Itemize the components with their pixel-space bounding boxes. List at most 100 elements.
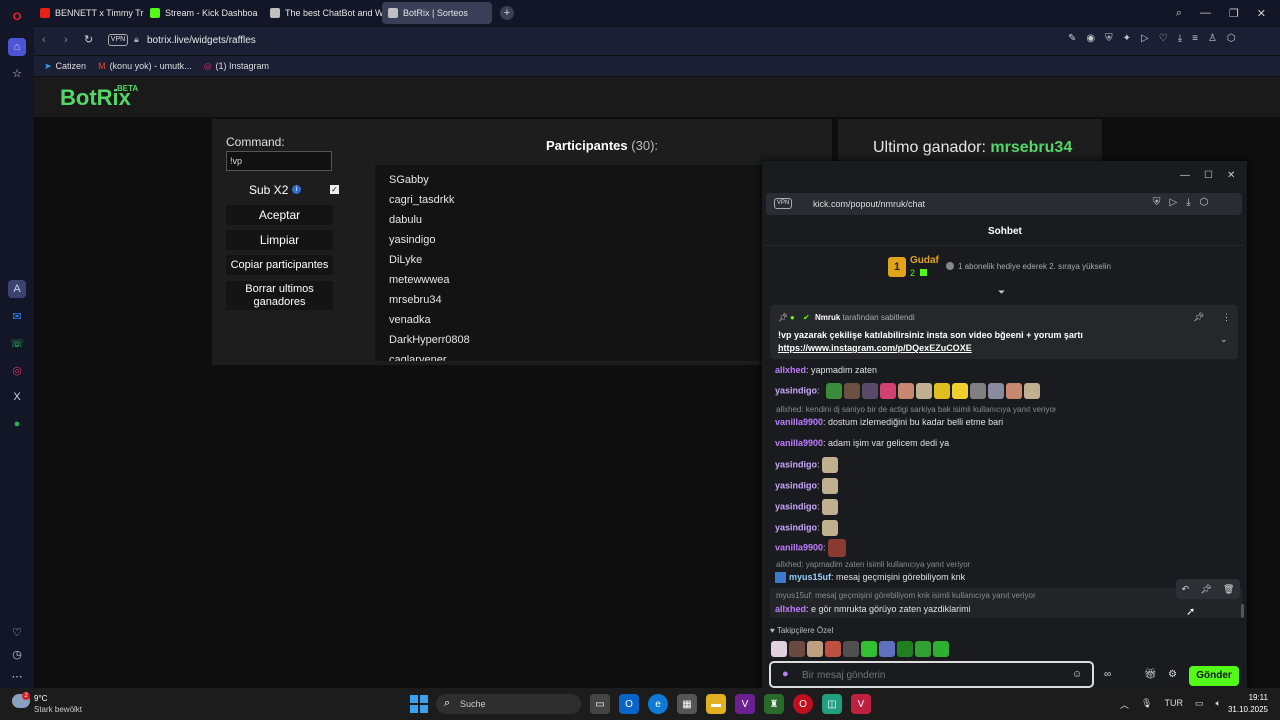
minimize-icon[interactable]: — (1180, 170, 1190, 181)
vpn-badge[interactable]: VPN (108, 34, 128, 46)
unpin-icon[interactable]: 📌︎ (1193, 312, 1204, 323)
forward-icon[interactable]: › (64, 34, 68, 46)
chevron-down-icon[interactable]: ⌄ (1220, 334, 1228, 345)
chat-username[interactable]: yasindigo (775, 459, 817, 469)
emote[interactable] (915, 641, 931, 657)
gift-user[interactable]: Gudaf (910, 255, 939, 266)
cube-icon[interactable]: ⬡ (1200, 197, 1209, 208)
chat-username[interactable]: yasindigo (775, 480, 817, 490)
copy-participants-button[interactable]: Copiar participantes (226, 255, 333, 275)
chat-input[interactable] (802, 666, 1062, 684)
search-icon[interactable]: ⌕ (1176, 7, 1182, 20)
sub-x2-checkbox[interactable]: ✓ (330, 185, 339, 194)
emoji-icon[interactable]: ☺ (1072, 669, 1082, 680)
tab-botrix-chatbot[interactable]: The best ChatBot and Wi (264, 2, 382, 24)
clear-winners-button[interactable]: Borrar ultimos ganadores (226, 281, 333, 310)
emote[interactable] (861, 641, 877, 657)
history-icon[interactable]: ◷ (8, 645, 26, 663)
back-icon[interactable]: ‹ (42, 34, 46, 46)
emote[interactable] (843, 641, 859, 657)
taskbar-search[interactable] (436, 694, 581, 714)
chat-username[interactable]: vanilla9900 (775, 542, 823, 552)
reload-icon[interactable]: ↻ (84, 33, 93, 46)
mic-icon[interactable]: ● (782, 668, 789, 680)
extension-icon[interactable]: ✦ (1123, 33, 1131, 44)
chat-username[interactable]: allxhed (775, 365, 806, 375)
download-icon[interactable]: ⤓ (1178, 33, 1182, 44)
app-icon[interactable]: ♜ (764, 694, 784, 714)
clock-time[interactable]: 19:11 (1228, 693, 1268, 702)
delete-icon[interactable]: 🗑︎ (1223, 584, 1234, 595)
chat-username[interactable]: vanilla9900 (775, 417, 823, 427)
x-icon[interactable]: X (8, 388, 26, 406)
pinned-by-user[interactable]: Nmruk (815, 313, 840, 322)
menu-icon[interactable]: ≡ (1192, 33, 1198, 44)
bookmark-catizen[interactable]: ➤ Catizen (44, 61, 86, 72)
opera-logo-icon[interactable]: O (8, 8, 26, 26)
scroll-down-icon[interactable]: ⏷ (998, 287, 1005, 298)
play-icon[interactable]: ▷ (1170, 197, 1178, 208)
aria-icon[interactable]: A (8, 280, 26, 298)
edit-icon[interactable]: ✎ (1068, 33, 1076, 44)
profile-icon[interactable]: ♙ (1208, 33, 1217, 44)
emote[interactable] (879, 641, 895, 657)
app-icon[interactable]: V (735, 694, 755, 714)
close-icon[interactable]: ✕ (1227, 170, 1235, 181)
heart-icon[interactable]: ♡ (8, 623, 26, 641)
command-input[interactable] (226, 151, 332, 171)
shield-icon[interactable]: ⛨ (1105, 33, 1113, 44)
url-text[interactable]: botrix.live/widgets/raffles (147, 35, 256, 46)
gift-icon[interactable]: 🎁︎ (1144, 669, 1157, 680)
pin-icon[interactable]: 📌︎ (1200, 584, 1211, 595)
tray-chevron-icon[interactable]: ︿ (1120, 698, 1129, 711)
chat-username[interactable]: yasindigo (775, 522, 817, 532)
tab-youtube[interactable]: BENNETT x Timmy Trump (34, 2, 144, 24)
close-icon[interactable]: ✕ (1257, 7, 1266, 20)
chat-username[interactable]: yasindigo (775, 385, 817, 395)
new-tab-icon[interactable]: + (500, 6, 514, 20)
chat-username[interactable]: vanilla9900 (775, 438, 823, 448)
language-indicator[interactable]: TUR (1164, 698, 1183, 711)
opera-icon[interactable]: O (793, 694, 813, 714)
minimize-icon[interactable]: — (1200, 7, 1211, 20)
download-icon[interactable]: ⤓ (1186, 197, 1190, 208)
aceptar-button[interactable]: Aceptar (226, 205, 333, 225)
chat-username[interactable]: allxhed (775, 604, 806, 614)
maximize-icon[interactable]: ☐ (1204, 170, 1213, 181)
cube-icon[interactable]: ⬡ (1227, 33, 1236, 44)
points-icon[interactable]: ∞ (1104, 669, 1111, 680)
microphone-icon[interactable]: 🎙︎ (1141, 698, 1152, 711)
store-icon[interactable]: ▦ (677, 694, 697, 714)
gear-icon[interactable]: ⚙ (1168, 669, 1177, 680)
edge-icon[interactable]: e (648, 694, 668, 714)
messenger-icon[interactable]: ✉ (8, 307, 26, 325)
chat-username[interactable]: yasindigo (775, 501, 817, 511)
reply-icon[interactable]: ↶ (1182, 584, 1190, 595)
play-icon[interactable]: ▷ (1141, 33, 1149, 44)
participants-list[interactable]: SGabby cagri_tasdrkk dabulu yasindigo Di… (375, 165, 775, 361)
bookmark-instagram[interactable]: ◎ (1) Instagram (204, 61, 269, 72)
emote[interactable] (897, 641, 913, 657)
emote[interactable] (933, 641, 949, 657)
more-icon[interactable]: ⋯ (8, 667, 26, 685)
instagram-icon[interactable]: ◎ (8, 361, 26, 379)
emote[interactable] (825, 641, 841, 657)
app-icon[interactable]: ◫ (822, 694, 842, 714)
network-icon[interactable]: ▭ (1195, 698, 1204, 711)
heart-icon[interactable]: ♡ (1159, 33, 1168, 44)
clock-date[interactable]: 31.10.2025 (1222, 705, 1268, 714)
limpiar-button[interactable]: Limpiar (226, 230, 333, 250)
outlook-icon[interactable]: O (619, 694, 639, 714)
volume-icon[interactable]: 🔈︎ (1215, 698, 1220, 711)
task-view-icon[interactable]: ▭ (590, 694, 610, 714)
info-icon[interactable]: i (292, 185, 301, 194)
camera-icon[interactable]: ◉ (1086, 33, 1095, 44)
home-icon[interactable]: ⌂ (8, 38, 26, 56)
emote[interactable] (789, 641, 805, 657)
shield-icon[interactable]: ⛨ (1153, 197, 1161, 208)
chat-scrollbar[interactable] (1241, 604, 1244, 618)
pinned-link[interactable]: https://www.instagram.com/p/DQexEZuCOXE (778, 343, 972, 353)
star-icon[interactable]: ☆ (8, 64, 26, 82)
app-icon[interactable]: V (851, 694, 871, 714)
popup-url[interactable]: kick.com/popout/nmruk/chat (813, 199, 925, 209)
